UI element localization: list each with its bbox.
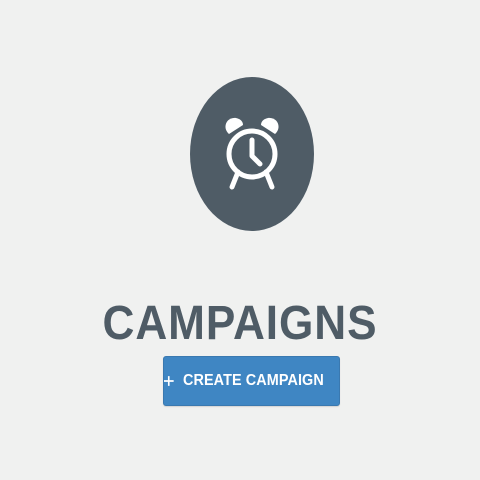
plus-icon xyxy=(164,376,174,386)
create-campaign-label: CREATE CAMPAIGN xyxy=(182,372,324,389)
campaigns-empty-state: CAMPAIGNS CREATE CAMPAIGN xyxy=(0,0,480,480)
alarm-clock-icon-container xyxy=(190,77,314,231)
page-title: CAMPAIGNS xyxy=(102,297,378,351)
alarm-clock-icon xyxy=(225,117,279,190)
create-campaign-button[interactable]: CREATE CAMPAIGN xyxy=(163,356,340,406)
